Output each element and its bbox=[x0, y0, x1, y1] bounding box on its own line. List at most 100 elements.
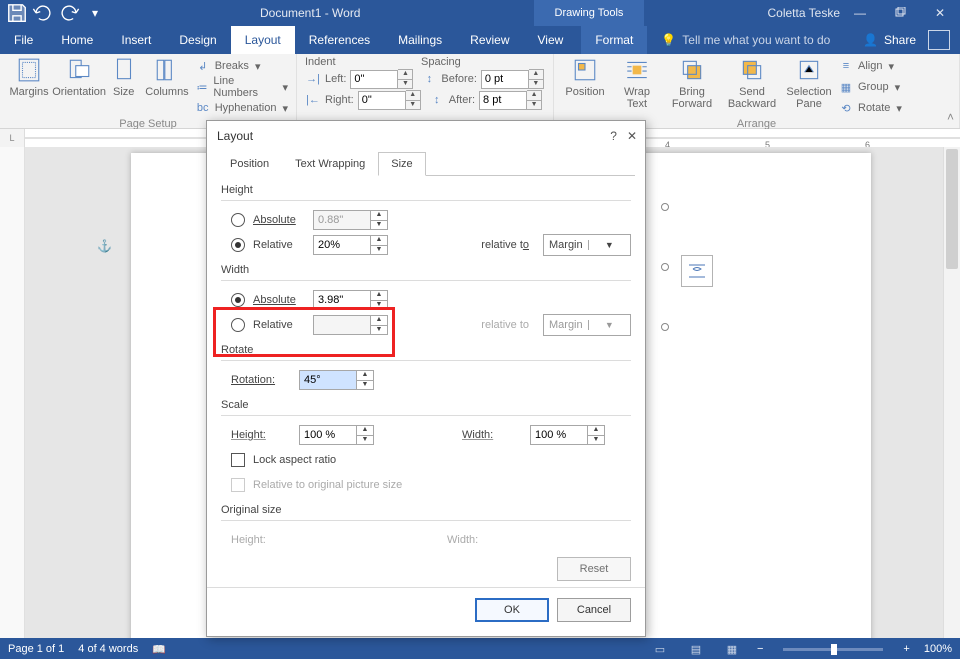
size-button[interactable]: Size bbox=[108, 56, 139, 98]
layout-options-icon[interactable] bbox=[681, 255, 713, 287]
position-icon bbox=[570, 56, 600, 84]
spacing-after-spinner[interactable]: ▲▼ bbox=[479, 90, 542, 110]
cancel-button[interactable]: Cancel bbox=[557, 598, 631, 622]
tab-home[interactable]: Home bbox=[47, 26, 107, 54]
dlg-tab-size[interactable]: Size bbox=[378, 152, 425, 176]
dialog-close-icon[interactable]: ✕ bbox=[627, 129, 637, 143]
scrollbar-vertical[interactable] bbox=[943, 147, 960, 638]
qat-customize-icon[interactable]: ▾ bbox=[84, 2, 106, 24]
height-relative-radio[interactable] bbox=[231, 238, 245, 252]
view-print-icon[interactable]: ▤ bbox=[685, 641, 707, 657]
tab-layout[interactable]: Layout bbox=[231, 26, 295, 54]
rotate-button[interactable]: ⟲Rotate▾ bbox=[838, 98, 902, 118]
relative-picture-checkbox bbox=[231, 478, 245, 492]
rotation-spinner[interactable]: ▲▼ bbox=[299, 370, 374, 390]
indent-right-input[interactable] bbox=[358, 91, 406, 110]
scale-width-input[interactable] bbox=[530, 425, 588, 445]
tab-review[interactable]: Review bbox=[456, 26, 523, 54]
margins-button[interactable]: Margins bbox=[8, 56, 50, 98]
width-absolute-input[interactable] bbox=[313, 290, 371, 310]
group-paragraph: Indent Spacing →|Left:▲▼ ↕Before:▲▼ |←Ri… bbox=[297, 54, 554, 128]
tell-me-search[interactable]: 💡 Tell me what you want to do bbox=[647, 26, 853, 54]
hyphenation-button[interactable]: bcHyphenation▾ bbox=[195, 98, 288, 118]
group-icon: ▦ bbox=[838, 79, 854, 95]
view-web-icon[interactable]: ▦ bbox=[721, 641, 743, 657]
dlg-tab-position[interactable]: Position bbox=[217, 152, 282, 176]
status-page[interactable]: Page 1 of 1 bbox=[8, 643, 64, 655]
ok-button[interactable]: OK bbox=[475, 598, 549, 622]
share-button[interactable]: 👤 Share bbox=[853, 26, 960, 54]
breaks-button[interactable]: ↲Breaks▾ bbox=[195, 56, 288, 76]
line-numbers-button[interactable]: ≔Line Numbers▾ bbox=[195, 77, 288, 97]
tab-mailings[interactable]: Mailings bbox=[384, 26, 456, 54]
scale-width-spinner[interactable]: ▲▼ bbox=[530, 425, 605, 445]
selection-pane-button[interactable]: Selection Pane bbox=[786, 56, 832, 110]
spacing-before-input[interactable] bbox=[481, 70, 529, 89]
tab-insert[interactable]: Insert bbox=[107, 26, 165, 54]
lock-aspect-checkbox[interactable] bbox=[231, 453, 245, 467]
dialog-tabs: Position Text Wrapping Size bbox=[217, 151, 635, 176]
width-relative-radio[interactable] bbox=[231, 318, 245, 332]
reset-button[interactable]: Reset bbox=[557, 557, 631, 581]
rotation-input[interactable] bbox=[299, 370, 357, 390]
scrollbar-thumb[interactable] bbox=[946, 149, 958, 269]
restore-icon[interactable] bbox=[880, 0, 920, 26]
view-read-icon[interactable]: ▭ bbox=[649, 641, 671, 657]
indent-left-spinner[interactable]: ▲▼ bbox=[350, 69, 413, 89]
indent-right-spinner[interactable]: ▲▼ bbox=[358, 90, 421, 110]
zoom-slider[interactable] bbox=[783, 648, 883, 651]
width-relative-spinner[interactable]: ▲▼ bbox=[313, 315, 388, 335]
dialog-titlebar[interactable]: Layout ? ✕ bbox=[207, 121, 645, 151]
scale-height-input[interactable] bbox=[299, 425, 357, 445]
orientation-button[interactable]: Orientation bbox=[56, 56, 102, 98]
dlg-tab-text-wrapping[interactable]: Text Wrapping bbox=[282, 152, 378, 176]
scale-height-label: Height: bbox=[231, 429, 291, 441]
redo-icon[interactable] bbox=[58, 2, 80, 24]
anchor-icon[interactable]: ⚓ bbox=[97, 239, 112, 253]
align-button[interactable]: ≡Align▾ bbox=[838, 56, 902, 76]
tab-design[interactable]: Design bbox=[165, 26, 230, 54]
height-absolute-spinner[interactable]: ▲▼ bbox=[313, 210, 388, 230]
bring-forward-button[interactable]: Bring Forward bbox=[666, 56, 718, 110]
zoom-in-icon[interactable]: + bbox=[903, 643, 909, 655]
zoom-slider-thumb[interactable] bbox=[831, 644, 837, 655]
height-absolute-radio[interactable] bbox=[231, 213, 245, 227]
save-icon[interactable] bbox=[6, 2, 28, 24]
height-relative-to-label: relative to bbox=[481, 239, 529, 251]
zoom-out-icon[interactable]: − bbox=[757, 643, 763, 655]
undo-icon[interactable] bbox=[32, 2, 54, 24]
height-absolute-input[interactable] bbox=[313, 210, 371, 230]
ruler-vertical[interactable] bbox=[0, 147, 25, 638]
wrap-text-button[interactable]: Wrap Text bbox=[614, 56, 660, 110]
tab-file[interactable]: File bbox=[0, 26, 47, 54]
tab-view[interactable]: View bbox=[524, 26, 578, 54]
width-absolute-spinner[interactable]: ▲▼ bbox=[313, 290, 388, 310]
send-backward-button[interactable]: Send Backward bbox=[724, 56, 780, 110]
tab-format[interactable]: Format bbox=[581, 26, 647, 54]
width-absolute-radio[interactable] bbox=[231, 293, 245, 307]
status-proofing-icon[interactable]: 📖 bbox=[152, 643, 166, 656]
width-relative-input[interactable] bbox=[313, 315, 371, 335]
spacing-before-spinner[interactable]: ▲▼ bbox=[481, 69, 544, 89]
close-icon[interactable]: ✕ bbox=[920, 0, 960, 26]
spacing-after-input[interactable] bbox=[479, 91, 527, 110]
zoom-level[interactable]: 100% bbox=[924, 643, 952, 655]
help-icon[interactable]: ? bbox=[610, 129, 617, 143]
scale-height-spinner[interactable]: ▲▼ bbox=[299, 425, 374, 445]
minimize-icon[interactable]: — bbox=[840, 0, 880, 26]
indent-left-label: Left: bbox=[325, 73, 346, 85]
columns-button[interactable]: Columns bbox=[145, 56, 188, 98]
indent-left-input[interactable] bbox=[350, 70, 398, 89]
position-label: Position bbox=[565, 86, 604, 98]
group-button[interactable]: ▦Group▾ bbox=[838, 77, 902, 97]
rotation-label: Rotation: bbox=[231, 374, 291, 386]
tab-references[interactable]: References bbox=[295, 26, 384, 54]
comments-icon[interactable] bbox=[928, 30, 950, 50]
height-relative-spinner[interactable]: ▲▼ bbox=[313, 235, 388, 255]
user-name[interactable]: Coletta Teske bbox=[768, 0, 841, 26]
collapse-ribbon-icon[interactable]: ˄ bbox=[947, 110, 954, 124]
height-relative-input[interactable] bbox=[313, 235, 371, 255]
position-button[interactable]: Position bbox=[562, 56, 608, 98]
height-relative-combo[interactable]: Margin▼ bbox=[543, 234, 631, 256]
status-words[interactable]: 4 of 4 words bbox=[78, 643, 138, 655]
